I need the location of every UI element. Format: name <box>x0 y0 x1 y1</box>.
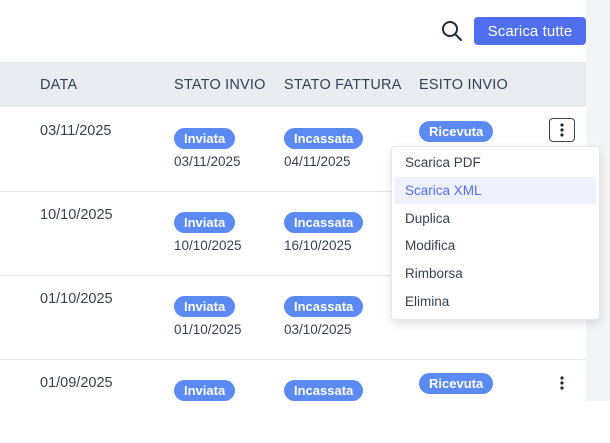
send-status-badge: Inviata <box>174 380 236 401</box>
invoice-status-badge: Incassata <box>284 380 364 401</box>
menu-item-download-xml[interactable]: Scarica XML <box>395 177 596 204</box>
search-button[interactable] <box>440 19 464 43</box>
invoice-status-badge: Incassata <box>284 128 364 149</box>
menu-item-duplicate[interactable]: Duplica <box>395 205 596 232</box>
kebab-icon <box>560 123 564 137</box>
outcome-badge: Ricevuta <box>419 373 494 394</box>
row-date: 10/10/2025 <box>40 207 113 223</box>
invoice-status-badge: Incassata <box>284 296 364 317</box>
menu-item-edit[interactable]: Modifica <box>395 232 596 259</box>
column-header-send-outcome[interactable]: ESITO INVIO <box>419 77 508 93</box>
invoice-date: 03/10/2025 <box>284 322 352 337</box>
row-date: 01/10/2025 <box>40 291 113 307</box>
menu-item-delete[interactable]: Elimina <box>395 288 596 315</box>
invoice-status-badge: Incassata <box>284 212 364 233</box>
row-actions-menu: Scarica PDF Scarica XML Duplica Modifica… <box>391 146 600 320</box>
send-date: 03/11/2025 <box>174 154 241 169</box>
row-date: 01/09/2025 <box>40 375 113 391</box>
column-header-date[interactable]: DATA <box>40 77 77 93</box>
toolbar: Scarica tutte <box>0 0 586 62</box>
row-date: 03/11/2025 <box>40 123 112 139</box>
send-status-badge: Inviata <box>174 296 236 317</box>
invoice-date: 16/10/2025 <box>284 238 352 253</box>
menu-item-refund[interactable]: Rimborsa <box>395 260 596 287</box>
send-status-badge: Inviata <box>174 128 236 149</box>
download-all-button[interactable]: Scarica tutte <box>474 17 586 45</box>
row-actions-button[interactable] <box>549 371 575 395</box>
column-header-send-status[interactable]: STATO INVIO <box>174 77 266 93</box>
row-actions-button[interactable] <box>549 118 575 142</box>
outcome-badge: Ricevuta <box>419 121 494 142</box>
send-status-badge: Inviata <box>174 212 236 233</box>
table-header: DATA STATO INVIO STATO FATTURA ESITO INV… <box>0 62 586 107</box>
send-date: 01/10/2025 <box>174 322 242 337</box>
kebab-icon <box>560 376 564 390</box>
send-date: 10/10/2025 <box>174 238 242 253</box>
search-icon <box>442 21 462 41</box>
column-header-invoice-status[interactable]: STATO FATTURA <box>284 77 402 93</box>
invoice-date: 04/11/2025 <box>284 154 351 169</box>
menu-item-download-pdf[interactable]: Scarica PDF <box>395 149 596 176</box>
table-row[interactable]: 01/09/2025 Inviata Incassata Ricevuta <box>0 359 586 443</box>
